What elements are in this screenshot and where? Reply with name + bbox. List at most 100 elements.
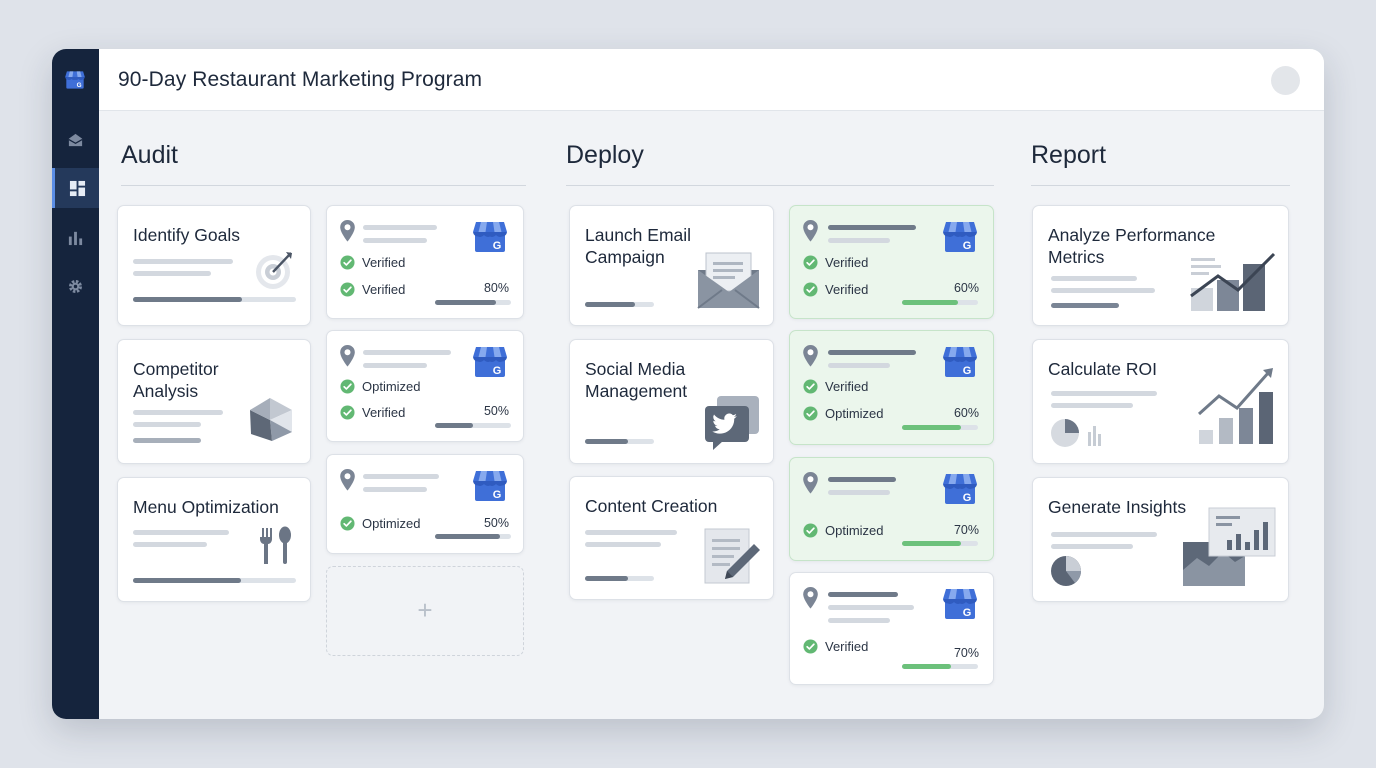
status-badge: Verified [803,379,868,394]
listing-card[interactable]: Verified 70% [789,572,994,685]
check-icon [803,639,818,654]
placeholder-line [585,530,677,535]
task-card-generate-insights[interactable]: Generate Insights [1032,477,1289,602]
progress-percent: 50% [483,516,509,530]
placeholder-line [363,474,439,479]
task-title: Calculate ROI [1048,359,1157,379]
bar-chart-icon [68,231,83,245]
app-window: 90-Day Restaurant Marketing Program Audi… [52,49,1324,719]
progress-bar [585,576,654,581]
placeholder-line [828,605,914,610]
task-card-social-media-management[interactable]: Social Media Management [569,339,774,464]
progress-bar [902,300,978,305]
placeholder-line [133,438,201,443]
listing-card[interactable]: Verified Verified 60% [789,205,994,319]
progress-bar [902,541,978,546]
google-business-icon [471,220,509,254]
progress-percent: 80% [483,281,509,295]
placeholder-line [828,592,898,597]
task-title: Identify Goals [133,225,240,245]
plus-icon: + [417,595,433,625]
check-icon [803,523,818,538]
status-badge: Verified [803,639,868,654]
map-pin-icon [802,471,819,495]
progress-bar [585,302,654,307]
task-card-launch-email-campaign[interactable]: Launch Email Campaign [569,205,774,326]
progress-percent: 60% [953,281,979,295]
progress-percent: 50% [483,404,509,418]
task-card-menu-optimization[interactable]: Menu Optimization [117,477,311,602]
progress-bar [585,439,654,444]
listing-card[interactable]: Verified Optimized 60% [789,330,994,445]
placeholder-line [828,363,890,368]
status-badge: Verified [340,255,405,270]
sidebar [52,49,99,719]
map-pin-icon [802,219,819,243]
listing-card[interactable]: Verified Verified 80% [326,205,524,319]
document-edit-icon [704,528,760,584]
dashboard-icon [69,180,85,196]
map-pin-icon [802,586,819,610]
task-card-calculate-roi[interactable]: Calculate ROI [1032,339,1289,464]
check-icon [803,255,818,270]
google-business-icon [941,220,979,254]
store-icon[interactable] [64,69,86,91]
placeholder-line [363,350,451,355]
avatar[interactable] [1271,66,1300,95]
task-card-analyze-performance-metrics[interactable]: Analyze Performance Metrics [1032,205,1289,326]
column-title-deploy: Deploy [566,141,644,169]
insights-chart-icon [1183,507,1276,586]
google-business-icon [941,587,979,621]
listing-card[interactable]: Optimized 50% [326,454,524,554]
placeholder-line [1051,403,1133,408]
placeholder-line [133,422,201,427]
placeholder-line [828,225,916,230]
pie-icon [250,398,292,441]
task-card-content-creation[interactable]: Content Creation [569,476,774,600]
sidebar-item-settings[interactable] [52,266,99,306]
twitter-icon [705,396,759,450]
sidebar-item-analytics[interactable] [52,217,99,257]
status-badge: Verified [340,282,405,297]
utensils-icon [260,526,291,564]
task-title: Competitor Analysis [133,359,219,401]
gear-icon [68,279,83,293]
add-card-button[interactable]: + [326,566,524,656]
progress-percent: 70% [953,523,979,537]
trend-chart-icon [1190,252,1276,311]
task-card-identify-goals[interactable]: Identify Goals [117,205,311,326]
task-title: Social Media Management [585,359,688,401]
placeholder-line [363,487,427,492]
status-badge: Optimized [340,516,421,531]
inbox-icon [68,133,83,146]
progress-bar [902,425,978,430]
placeholder-line [133,259,233,264]
google-business-icon [941,345,979,379]
progress-percent: 60% [953,406,979,420]
check-icon [803,379,818,394]
sidebar-item-dashboard[interactable] [52,168,99,208]
progress-bar [435,423,511,428]
progress-percent: 70% [953,646,979,660]
listing-card[interactable]: Optimized 70% [789,457,994,561]
google-business-icon [471,345,509,379]
status-badge: Verified [340,405,405,420]
placeholder-line [1051,391,1157,396]
placeholder-line [1051,532,1157,537]
check-icon [340,516,355,531]
listing-card[interactable]: Optimized Verified 50% [326,330,524,442]
map-pin-icon [339,219,356,243]
placeholder-line [1051,288,1155,293]
placeholder-line [828,238,890,243]
status-badge: Optimized [340,379,421,394]
task-title: Generate Insights [1048,497,1187,517]
map-pin-icon [339,468,356,492]
sidebar-item-inbox[interactable] [52,120,99,160]
status-badge: Verified [803,282,868,297]
progress-bar [902,664,978,669]
task-card-competitor-analysis[interactable]: Competitor Analysis [117,339,311,464]
task-title: Content Creation [585,496,718,516]
envelope-icon [697,252,760,309]
placeholder-line [828,477,896,482]
placeholder-line [828,618,890,623]
